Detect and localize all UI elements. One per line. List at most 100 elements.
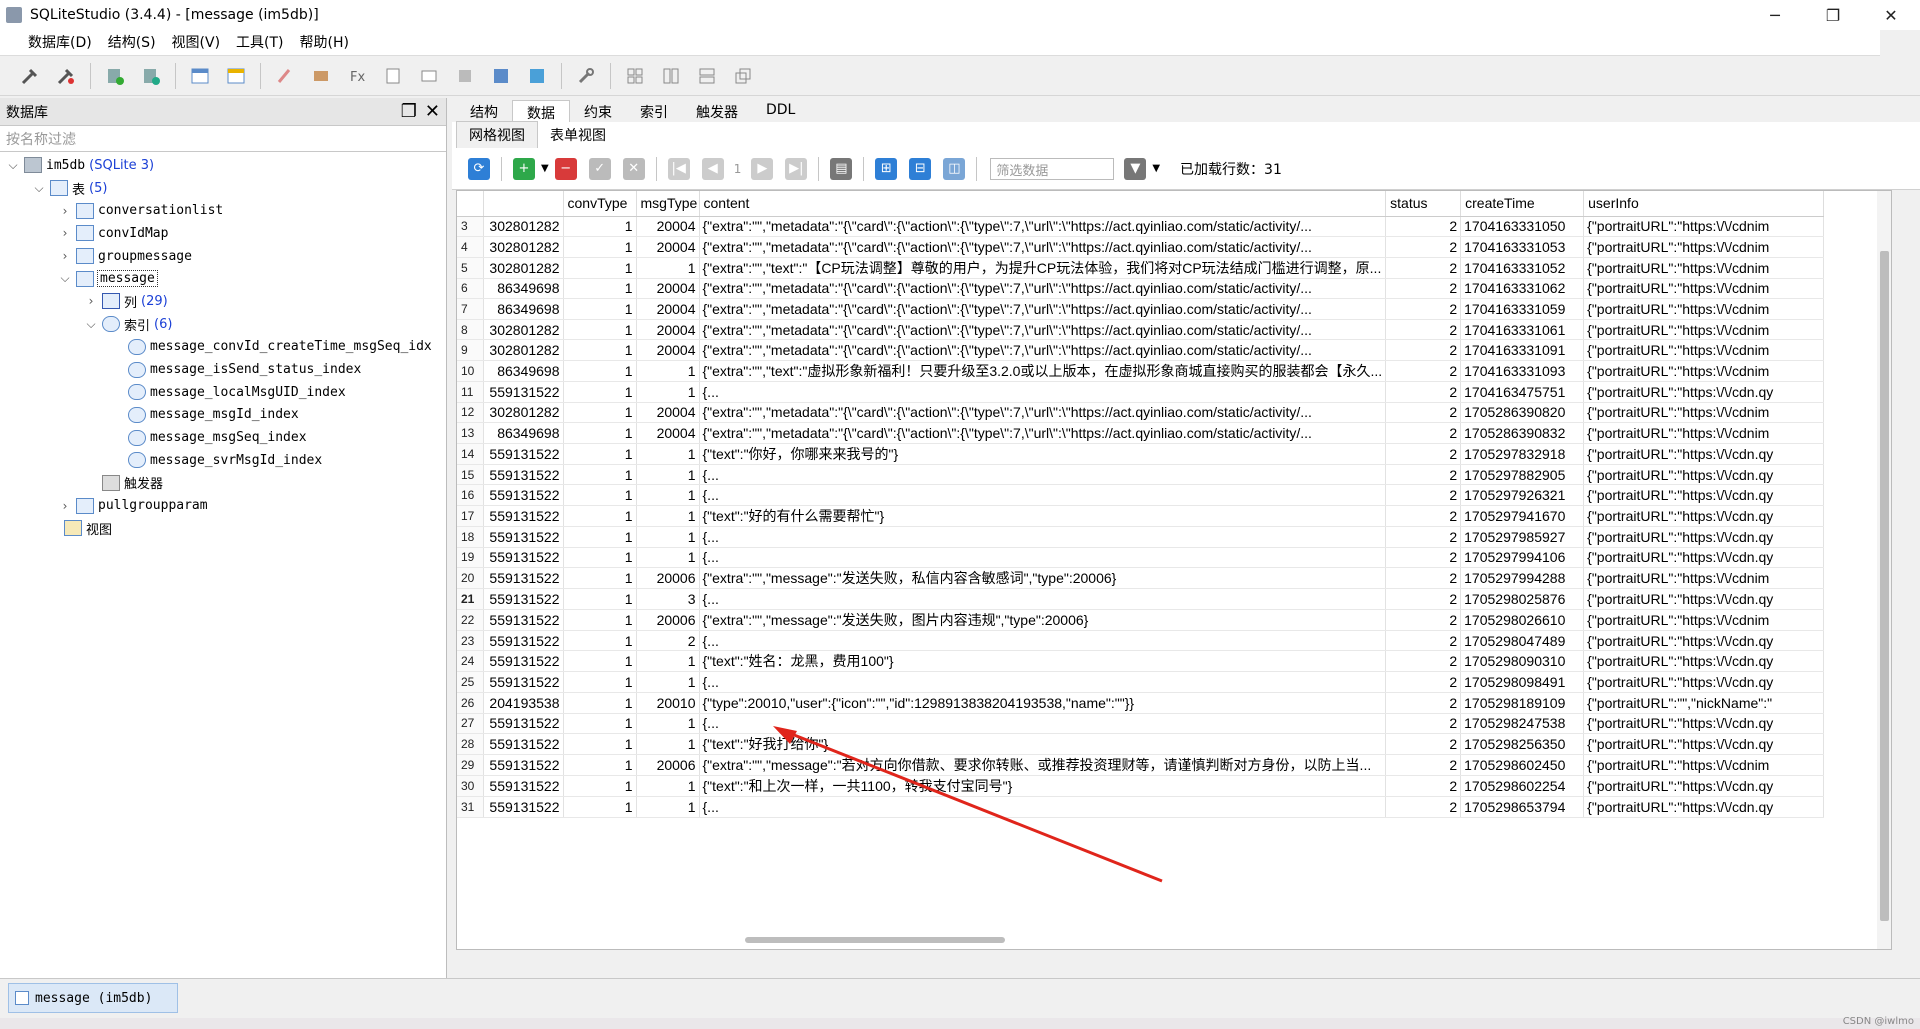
table-cell[interactable]: 1704163331091 xyxy=(1460,339,1585,362)
collation-icon[interactable] xyxy=(416,63,442,89)
table-row[interactable]: 31 559131522 1 1 {... 2 1705298653794 {"portrai… xyxy=(457,796,1825,818)
table-cell[interactable]: 1 xyxy=(563,630,637,652)
table-cell[interactable]: 1 xyxy=(563,339,637,362)
column-header[interactable]: userInfo xyxy=(1583,191,1825,217)
table-cell[interactable]: 2 xyxy=(1385,402,1462,424)
tree-index[interactable]: message_convId_createTime_msgSeq_idx xyxy=(0,336,446,359)
menu-database[interactable]: 数据库(D) xyxy=(0,30,100,56)
table-cell[interactable]: 1 xyxy=(563,671,637,693)
table-cell[interactable]: 1705297994288 xyxy=(1460,567,1585,590)
table-cell[interactable]: 2 xyxy=(1385,567,1462,590)
table-row[interactable]: 6 86349698 1 20004 {"extra":"","metadata":"{… xyxy=(457,278,1825,300)
tree-table-groupmessage[interactable]: › groupmessage xyxy=(0,245,446,268)
chevron-down-icon[interactable]: ▼ xyxy=(1152,163,1160,174)
table-cell[interactable]: 1705298256350 xyxy=(1460,733,1585,756)
table-row[interactable]: 16 559131522 1 1 {... 2 1705297926321 {"portrai… xyxy=(457,484,1825,507)
table-cell[interactable]: 1705298047489 xyxy=(1460,630,1585,652)
insert-row-icon[interactable]: + xyxy=(513,157,535,180)
table-cell[interactable]: 2 xyxy=(1385,526,1462,548)
table-cell[interactable]: 1 xyxy=(563,484,637,507)
menu-help[interactable]: 帮助(H) xyxy=(292,30,357,56)
table-row[interactable]: 13 86349698 1 20004 {"extra":"","metadata":"… xyxy=(457,422,1825,444)
table-row[interactable]: 24 559131522 1 1 {"text":"姓名：龙黑，费用100"} 2 1705… xyxy=(457,650,1825,673)
export-grid-icon[interactable]: ▤ xyxy=(830,157,853,180)
table-cell[interactable]: {"portraitURL":"https:\/\/cdn.qy xyxy=(1583,484,1825,507)
edit-table-icon[interactable] xyxy=(223,63,249,89)
menu-structure[interactable]: 结构(S) xyxy=(100,30,164,56)
table-cell[interactable]: 1 xyxy=(636,775,700,798)
table-cell[interactable]: 20004 xyxy=(636,319,700,341)
table-cell[interactable]: 302801282 xyxy=(483,236,564,258)
table-cell[interactable]: 204193538 xyxy=(483,692,564,714)
table-cell[interactable]: 302801282 xyxy=(483,257,564,279)
table-cell[interactable]: 1705297994106 xyxy=(1460,547,1585,569)
table-cell[interactable]: {"portraitURL":"https:\/\/cdnim xyxy=(1583,278,1825,300)
table-cell[interactable]: 1 xyxy=(563,796,637,818)
table-cell[interactable]: {"extra":"","text":"虚拟形象新福利！只要升级至3.2.0或以… xyxy=(699,360,1387,383)
table-row[interactable]: 28 559131522 1 1 {"text":"好我打给你"} 2 1705298256… xyxy=(457,733,1825,756)
table-row[interactable]: 25 559131522 1 1 {... 2 1705298098491 {"portrai… xyxy=(457,671,1825,693)
vertical-scrollbar[interactable] xyxy=(1877,191,1891,949)
table-cell[interactable]: 559131522 xyxy=(483,567,564,590)
table-cell[interactable]: 1 xyxy=(563,713,637,735)
table-cell[interactable]: {"portraitURL":"https:\/\/cdnim xyxy=(1583,257,1825,279)
table-cell[interactable]: {... xyxy=(699,671,1387,693)
table-cell[interactable]: 20004 xyxy=(636,298,700,320)
tab-structure[interactable]: 结构 xyxy=(456,100,512,122)
table-cell[interactable]: {"portraitURL":"https:\/\/cdnim xyxy=(1583,422,1825,444)
table-cell[interactable]: 1 xyxy=(636,671,700,693)
table-cell[interactable]: 302801282 xyxy=(483,216,564,238)
table-cell[interactable]: 559131522 xyxy=(483,775,564,798)
minimize-button[interactable]: ─ xyxy=(1746,0,1804,30)
table-cell[interactable]: 20004 xyxy=(636,216,700,238)
table-cell[interactable]: 86349698 xyxy=(483,360,564,383)
table-cell[interactable]: {"extra":"","message":"发送失败，私信内容含敏感词","t… xyxy=(699,567,1387,590)
table-cell[interactable]: {"portraitURL":"https:\/\/cdn.qy xyxy=(1583,526,1825,548)
table-cell[interactable]: 20006 xyxy=(636,609,700,631)
table-cell[interactable]: {"text":"你好，你哪来来我号的"} xyxy=(699,443,1387,465)
refresh-icon[interactable]: ⟳ xyxy=(468,157,490,180)
table-cell[interactable]: 559131522 xyxy=(483,547,564,569)
extension-icon[interactable] xyxy=(452,63,478,89)
table-cell[interactable]: {"portraitURL":"https:\/\/cdnim xyxy=(1583,360,1825,383)
table-cell[interactable]: 2 xyxy=(1385,671,1462,693)
table-cell[interactable]: 1 xyxy=(636,650,700,673)
column-header[interactable]: content xyxy=(699,191,1387,217)
table-cell[interactable]: {"extra":"","metadata":"{\"card\":{\"act… xyxy=(699,278,1387,300)
table-cell[interactable]: {"type":20010,"user":{"icon":"","id":129… xyxy=(699,692,1387,714)
rollback-icon[interactable]: ✕ xyxy=(622,157,645,180)
column-header[interactable]: createTime xyxy=(1460,191,1585,217)
form-view-icon[interactable]: ◫ xyxy=(943,157,966,180)
table-row[interactable]: 18 559131522 1 1 {... 2 1705297985927 {"portrai… xyxy=(457,526,1825,548)
table-cell[interactable]: 1 xyxy=(563,236,637,258)
prev-page-icon[interactable]: ◀ xyxy=(701,157,724,180)
column-header[interactable] xyxy=(483,191,564,217)
connect-icon[interactable] xyxy=(17,63,43,89)
table-cell[interactable]: {"portraitURL":"https:\/\/cdn.qy xyxy=(1583,505,1825,528)
table-cell[interactable]: 2 xyxy=(1385,257,1462,279)
table-row[interactable]: 9 302801282 1 20004 {"extra":"","metadata":"… xyxy=(457,339,1825,362)
table-cell[interactable]: 559131522 xyxy=(483,796,564,818)
menu-tools[interactable]: 工具(T) xyxy=(228,30,291,56)
table-cell[interactable]: 1 xyxy=(636,526,700,548)
tree-table-convidmap[interactable]: › convIdMap xyxy=(0,222,446,245)
table-cell[interactable]: 2 xyxy=(1385,381,1462,403)
table-cell[interactable]: {"portraitURL":"https:\/\/cdnim xyxy=(1583,754,1825,777)
table-cell[interactable]: {... xyxy=(699,547,1387,569)
table-cell[interactable]: 1 xyxy=(636,547,700,569)
table-row[interactable]: 19 559131522 1 1 {... 2 1705297994106 {"portrai… xyxy=(457,547,1825,569)
table-cell[interactable]: 559131522 xyxy=(483,609,564,631)
table-cell[interactable]: 1705286390820 xyxy=(1460,402,1585,424)
function-icon[interactable]: Fx xyxy=(344,63,370,89)
table-cell[interactable]: 1 xyxy=(636,464,700,486)
tile-icon[interactable] xyxy=(622,63,648,89)
tree-indexes[interactable]: ⌵ 索引 (6) xyxy=(0,313,446,336)
table-cell[interactable]: {"portraitURL":"","nickName":" xyxy=(1583,692,1825,714)
table-cell[interactable]: 559131522 xyxy=(483,650,564,673)
import-icon[interactable] xyxy=(488,63,514,89)
table-cell[interactable]: {"portraitURL":"https:\/\/cdn.qy xyxy=(1583,588,1825,610)
table-cell[interactable]: 2 xyxy=(1385,588,1462,610)
tab-indexes[interactable]: 索引 xyxy=(626,100,682,122)
table-cell[interactable]: {"text":"好的有什么需要帮忙"} xyxy=(699,505,1387,528)
table-cell[interactable]: 20006 xyxy=(636,754,700,777)
